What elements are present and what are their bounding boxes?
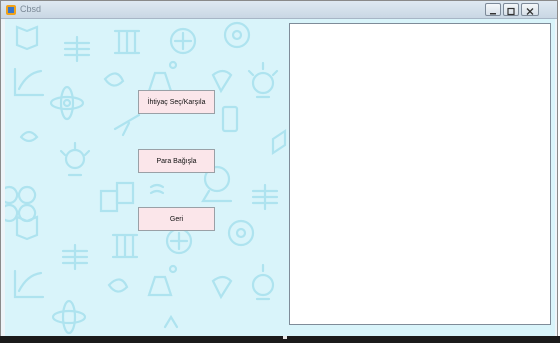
app-window: Cbsd İhtiyaç Seç/Karşıla Para Bağışla Ge…	[0, 0, 558, 340]
window-title: Cbsd	[20, 4, 42, 14]
maximize-icon	[507, 7, 515, 16]
taskbar-strip	[0, 336, 560, 343]
close-button[interactable]	[521, 3, 539, 16]
close-icon	[526, 8, 534, 15]
title-bar[interactable]: Cbsd	[1, 1, 557, 19]
minimize-icon	[490, 13, 496, 15]
content-panel	[289, 23, 551, 325]
minimize-button[interactable]	[485, 3, 501, 16]
donate-money-button[interactable]: Para Bağışla	[138, 149, 215, 173]
back-button[interactable]: Geri	[138, 207, 215, 231]
select-need-button[interactable]: İhtiyaç Seç/Karşıla	[138, 90, 215, 114]
maximize-button[interactable]	[503, 3, 519, 16]
app-icon	[6, 5, 16, 15]
resize-handle[interactable]	[283, 336, 287, 339]
form-client-area: İhtiyaç Seç/Karşıla Para Bağışla Geri	[5, 19, 555, 337]
